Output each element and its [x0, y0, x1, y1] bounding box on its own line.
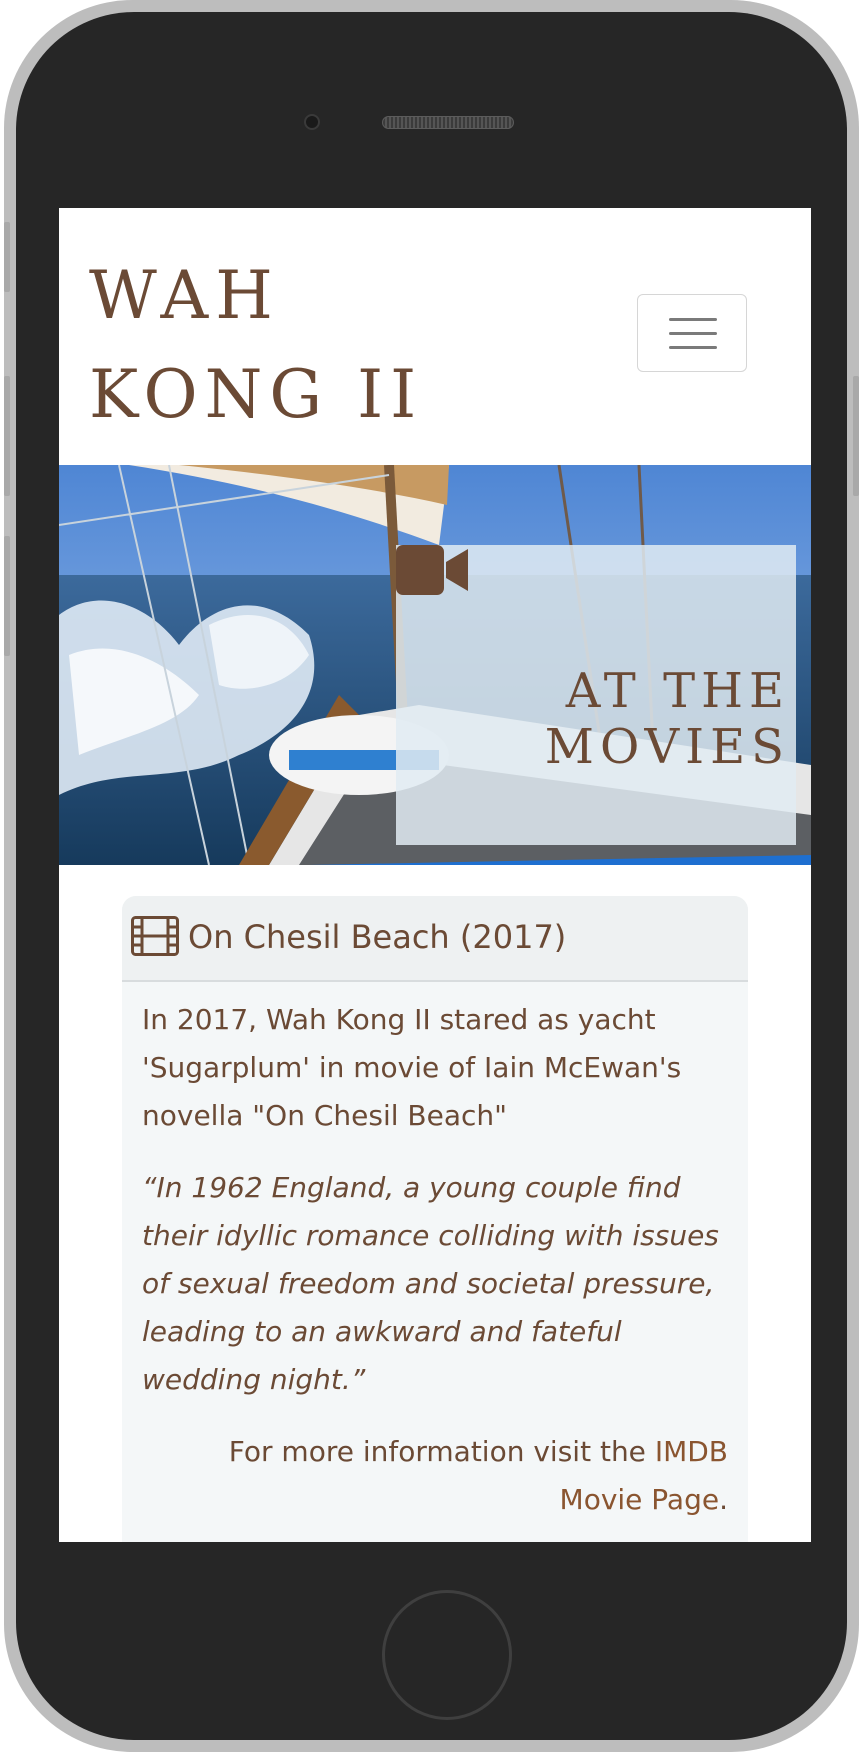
card-description: In 2017, Wah Kong II stared as yacht 'Su…: [142, 1003, 682, 1132]
hero-caption-box: AT THE MOVIES: [396, 545, 796, 845]
phone-frame: WAH KONG II AT THE MOVIES On Chesil Beac…: [4, 0, 859, 1752]
volume-down-button: [4, 536, 10, 656]
earpiece-speaker: [382, 116, 514, 129]
brand-line-2: KONG II: [89, 356, 424, 433]
film-icon: [131, 916, 179, 956]
more-info-suffix: .: [719, 1483, 728, 1516]
card-header: On Chesil Beach (2017): [122, 896, 748, 982]
hamburger-menu-icon: [669, 318, 717, 321]
more-info-prefix: For more information visit the: [228, 1435, 655, 1468]
card-title: On Chesil Beach (2017): [188, 918, 567, 956]
home-button[interactable]: [382, 1590, 512, 1720]
navbar: WAH KONG II: [59, 208, 811, 465]
navbar-toggler-button[interactable]: [637, 294, 747, 372]
hero-banner: AT THE MOVIES: [59, 465, 811, 865]
movie-quote: “In 1962 England, a young couple find th…: [142, 1171, 719, 1396]
hamburger-line: [669, 332, 717, 335]
hero-title-line-1: AT THE: [565, 663, 790, 719]
card-body: In 2017, Wah Kong II stared as yacht 'Su…: [122, 982, 748, 1524]
phone-screen: WAH KONG II AT THE MOVIES On Chesil Beac…: [59, 208, 811, 1542]
hero-title: AT THE MOVIES: [545, 663, 790, 775]
volume-up-button: [4, 376, 10, 496]
more-info-text: For more information visit the IMDB Movi…: [142, 1428, 728, 1524]
brand-line-1: WAH: [89, 257, 280, 334]
site-brand[interactable]: WAH KONG II: [89, 246, 449, 444]
front-camera: [304, 114, 320, 130]
video-camera-icon: [396, 545, 468, 595]
power-button: [853, 376, 859, 496]
hero-title-line-2: MOVIES: [544, 719, 790, 775]
movie-card: On Chesil Beach (2017) In 2017, Wah Kong…: [122, 896, 748, 1542]
mute-switch: [4, 222, 10, 292]
hamburger-line: [669, 346, 717, 349]
